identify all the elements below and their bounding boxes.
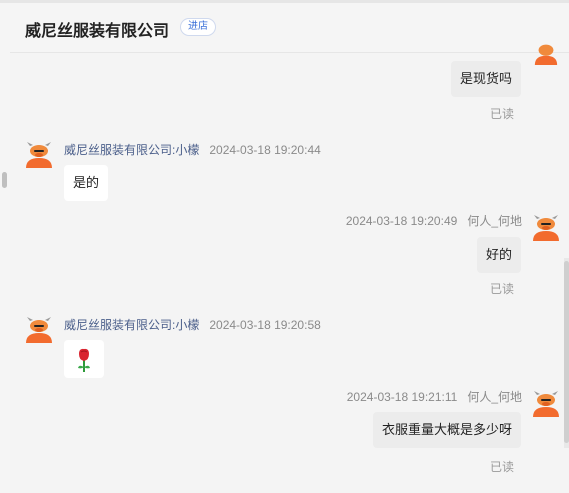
message-bubble: 是现货吗: [450, 61, 521, 97]
sender-name: 威尼丝服装有限公司:小檬: [64, 143, 200, 157]
sender-name: 何人_何地: [467, 390, 522, 404]
chat-header: 威尼丝服装有限公司 进店: [10, 3, 569, 53]
sender-name: 何人_何地: [467, 214, 522, 228]
message-time: 2024-03-18 19:20:49: [345, 214, 458, 228]
my-avatar[interactable]: [532, 213, 560, 241]
message-meta: 威尼丝服装有限公司:小檬 2024-03-18 19:20:58: [64, 316, 321, 333]
read-status: 已读: [490, 460, 515, 474]
message-meta: 威尼丝服装有限公司:小檬 2024-03-18 19:20:44: [64, 141, 321, 158]
chat-panel: 威尼丝服装有限公司 进店 是现货吗 已读 威尼丝服装有限公司:小檬 2024-0…: [10, 3, 569, 493]
avatar: [534, 44, 558, 65]
rose-icon: [78, 348, 90, 372]
message-time: 2024-03-18 19:20:44: [209, 143, 321, 157]
read-status: 已读: [490, 282, 515, 296]
message-bubble: 衣服重量大概是多少呀: [372, 412, 521, 448]
message-time: 2024-03-18 19:21:11: [346, 390, 458, 404]
emoji-bubble: [64, 340, 104, 378]
message-meta: 2024-03-18 19:20:49 何人_何地: [346, 212, 522, 229]
message-time: 2024-03-18 19:20:58: [209, 318, 321, 332]
read-status: 已读: [490, 107, 515, 121]
sender-name: 威尼丝服装有限公司:小檬: [64, 318, 200, 332]
message-meta: 2024-03-18 19:21:11 何人_何地: [347, 388, 522, 405]
chat-scrollbar-thumb[interactable]: [564, 261, 569, 443]
left-scrollbar[interactable]: [2, 172, 7, 188]
shop-name: 威尼丝服装有限公司: [25, 23, 170, 40]
message-bubble: 好的: [476, 237, 521, 273]
enter-shop-button[interactable]: 进店: [180, 18, 216, 36]
seller-avatar[interactable]: [25, 315, 53, 343]
my-avatar[interactable]: [532, 389, 560, 417]
seller-avatar[interactable]: [25, 140, 53, 168]
message-bubble: 是的: [64, 165, 109, 201]
